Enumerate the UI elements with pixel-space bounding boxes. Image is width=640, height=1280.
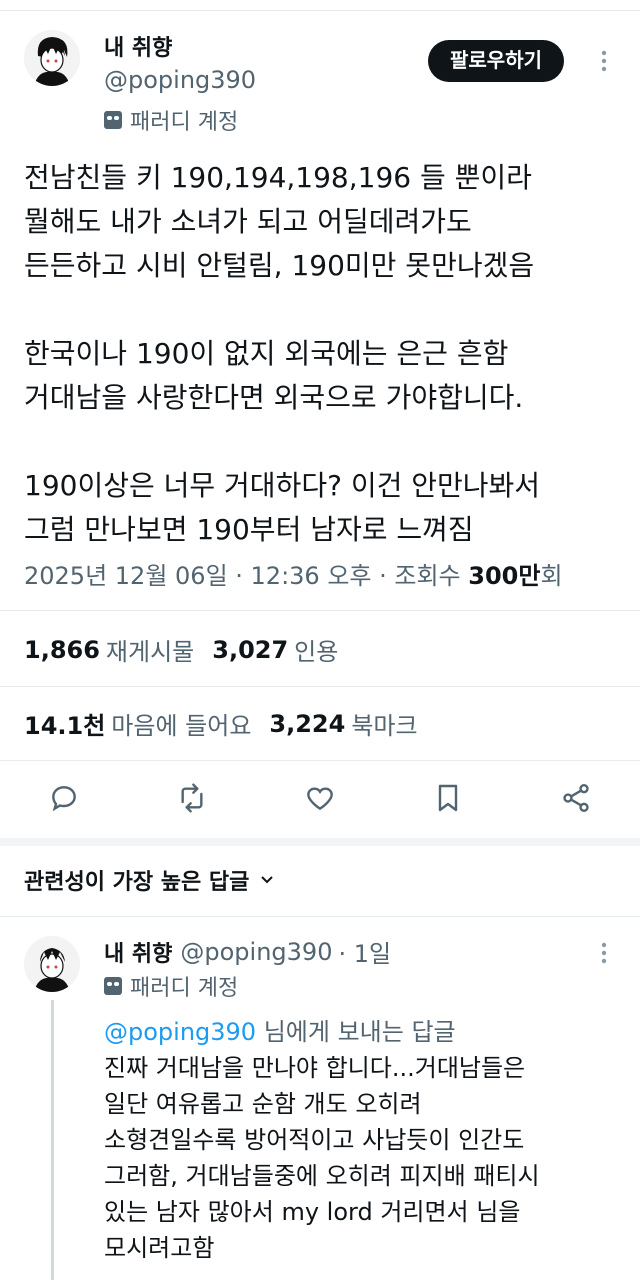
reply-body: 진짜 거대남을 만나야 합니다...거대남들은 일단 여유롭고 순함 개도 오히… (104, 1054, 540, 1262)
like-icon[interactable] (304, 782, 336, 818)
stats-row-1: 1,866 재게시물 3,027 인용 (24, 632, 356, 667)
like-label[interactable]: 마음에 들어요 (111, 706, 251, 741)
reply-parody-badge: 패러디 계정 (104, 970, 238, 1002)
replying-to-suffix: 님에게 보내는 답글 (256, 1018, 456, 1046)
author-avatar[interactable] (24, 30, 80, 86)
replying-to-mention[interactable]: @poping390 (104, 1018, 256, 1046)
tweet-body: 전남친들 키 190,194,198,196 들 뿐이라 뭘해도 내가 소녀가 … (24, 161, 541, 546)
reply-icon[interactable] (48, 782, 80, 818)
parody-badge: 패러디 계정 (104, 104, 238, 136)
author-name[interactable]: 내 취향 (104, 30, 172, 62)
divider-1 (0, 610, 640, 611)
chevron-down-icon (259, 868, 275, 893)
retweet-label[interactable]: 재게시물 (106, 632, 194, 667)
avatar-illustration (24, 30, 80, 86)
replies-sort-label: 관련성이 가장 높은 답글 (24, 870, 250, 895)
more-icon[interactable] (598, 48, 610, 80)
divider-4 (0, 916, 640, 917)
parody-badge-label: 패러디 계정 (130, 110, 239, 135)
view-suffix: 회 (540, 562, 563, 590)
divider-3 (0, 760, 640, 761)
reply-time[interactable]: · 1일 (338, 934, 391, 969)
quote-label[interactable]: 인용 (294, 632, 338, 667)
bookmark-label[interactable]: 북마크 (351, 706, 417, 741)
stats-row-2: 14.1천 마음에 들어요 3,224 북마크 (24, 706, 436, 741)
replying-to: @poping390 님에게 보내는 답글 (104, 1012, 456, 1047)
section-divider (0, 838, 640, 846)
bookmark-icon[interactable] (432, 782, 464, 818)
retweet-icon[interactable] (176, 782, 208, 818)
retweet-count[interactable]: 1,866 (24, 636, 100, 664)
quote-count[interactable]: 3,027 (212, 636, 288, 664)
reply-author-handle[interactable]: @poping390 (180, 938, 332, 966)
parody-mask-icon (104, 111, 122, 129)
bookmark-count[interactable]: 3,224 (269, 710, 345, 738)
view-count: 300만 (468, 562, 541, 590)
reply-author-name[interactable]: 내 취향 (104, 936, 172, 968)
like-count[interactable]: 14.1천 (24, 706, 105, 741)
replies-sort-header[interactable]: 관련성이 가장 높은 답글 (24, 864, 275, 896)
tweet-timestamp: 2025년 12월 06일 · 12:36 오후 · 조회수 300만회 (24, 556, 563, 591)
reply-author-avatar[interactable] (24, 936, 80, 992)
reply-author-row: 내 취향 @poping390 · 1일 (104, 934, 391, 969)
thread-line (51, 1000, 54, 1280)
share-icon[interactable] (560, 782, 592, 818)
divider-2 (0, 686, 640, 687)
reply-avatar-illustration (24, 936, 80, 992)
reply-parody-mask-icon (104, 977, 122, 995)
top-divider (0, 10, 640, 11)
reply-parody-label: 패러디 계정 (130, 976, 239, 1001)
follow-button[interactable]: 팔로우하기 (428, 40, 564, 82)
author-handle[interactable]: @poping390 (104, 66, 256, 94)
timestamp-text: 2025년 12월 06일 · 12:36 오후 · 조회수 (24, 562, 469, 590)
reply-more-icon[interactable] (598, 940, 610, 972)
